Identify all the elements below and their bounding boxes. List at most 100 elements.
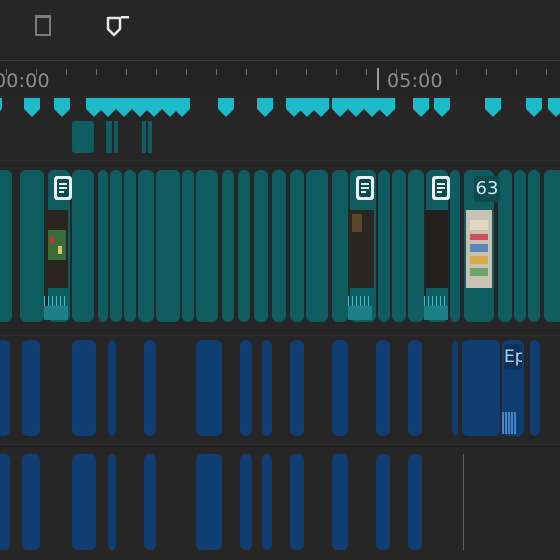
video-clip[interactable]	[408, 170, 424, 322]
audio-clip[interactable]	[332, 340, 348, 436]
timeline-marker[interactable]	[526, 98, 542, 117]
video-clip[interactable]	[272, 170, 286, 322]
video-clip[interactable]	[0, 170, 12, 322]
thumbnail-detail	[470, 244, 488, 252]
timeline-marker[interactable]	[348, 98, 364, 117]
video-clip[interactable]	[182, 170, 194, 322]
waveform-tick	[436, 296, 437, 306]
timeline-marker[interactable]	[434, 98, 450, 117]
audio-clip[interactable]	[0, 454, 10, 550]
video-clip[interactable]	[196, 170, 218, 322]
audio-clip[interactable]	[22, 340, 40, 436]
audio-cut-line	[463, 454, 464, 550]
timeline-marker[interactable]	[485, 98, 501, 117]
audio-clip[interactable]	[376, 340, 390, 436]
effect-clip[interactable]	[142, 121, 146, 153]
ruler-tick	[486, 69, 487, 75]
audio-clip[interactable]	[196, 340, 222, 436]
trash-icon[interactable]	[28, 10, 58, 40]
video-clip[interactable]	[124, 170, 136, 322]
effect-clip[interactable]	[114, 121, 118, 153]
audio-clip[interactable]	[290, 454, 304, 550]
video-clip[interactable]	[498, 170, 512, 322]
timeline-marker[interactable]	[132, 98, 148, 117]
video-clip[interactable]	[528, 170, 540, 322]
ruler-tick	[216, 69, 217, 75]
audio-clip[interactable]	[262, 340, 272, 436]
video-clip[interactable]	[20, 170, 44, 322]
timeline-marker[interactable]	[313, 98, 329, 117]
waveform-tick	[52, 296, 53, 306]
video-clip[interactable]	[238, 170, 250, 322]
audio-clip[interactable]	[144, 454, 156, 550]
timeline-marker[interactable]	[54, 98, 70, 117]
audio-clip[interactable]	[0, 340, 10, 436]
timeline-marker[interactable]	[218, 98, 234, 117]
timeline-marker[interactable]	[146, 98, 162, 117]
audio-clip[interactable]	[240, 340, 252, 436]
audio-clip[interactable]	[462, 340, 500, 436]
audio-clip[interactable]	[290, 340, 304, 436]
timeline-marker[interactable]	[86, 98, 102, 117]
timeline-marker[interactable]	[116, 98, 132, 117]
video-clip[interactable]	[306, 170, 328, 322]
timeline-marker[interactable]	[548, 98, 560, 117]
video-clip[interactable]	[332, 170, 348, 322]
audio-clip[interactable]	[332, 454, 348, 550]
audio-clip[interactable]	[376, 454, 390, 550]
effect-track[interactable]	[0, 121, 560, 157]
audio-clip[interactable]	[72, 340, 96, 436]
video-clip[interactable]	[138, 170, 154, 322]
timeline-marker[interactable]	[364, 98, 380, 117]
timeline-marker[interactable]	[413, 98, 429, 117]
video-clip[interactable]	[98, 170, 108, 322]
timeline-marker[interactable]	[257, 98, 273, 117]
document-icon-line	[361, 187, 369, 189]
timeline-marker[interactable]	[0, 98, 2, 117]
timeline-marker[interactable]	[379, 98, 395, 117]
audio-clip[interactable]	[240, 454, 252, 550]
video-clip[interactable]	[392, 170, 406, 322]
waveform-tick	[440, 296, 441, 306]
effect-clip[interactable]	[106, 121, 112, 153]
timeline-marker[interactable]	[299, 98, 315, 117]
audio-clip[interactable]	[530, 340, 540, 436]
video-clip[interactable]	[222, 170, 234, 322]
track-divider	[0, 330, 560, 331]
video-clip[interactable]	[110, 170, 122, 322]
video-clip[interactable]	[378, 170, 390, 322]
audio-clip[interactable]	[108, 454, 116, 550]
audio-clip[interactable]	[262, 454, 272, 550]
shield-marker-icon[interactable]	[104, 10, 134, 40]
audio-clip[interactable]	[108, 340, 116, 436]
video-clip[interactable]	[514, 170, 526, 322]
waveform-tick	[44, 296, 45, 306]
marker-lane[interactable]	[0, 95, 560, 121]
audio-clip[interactable]	[22, 454, 40, 550]
video-clip[interactable]	[544, 170, 560, 322]
video-clip[interactable]	[254, 170, 268, 322]
video-clip[interactable]	[72, 170, 94, 322]
video-clip[interactable]	[450, 170, 460, 322]
timeline-marker[interactable]	[332, 98, 348, 117]
audio-clip[interactable]	[196, 454, 222, 550]
ruler-tick	[366, 69, 367, 75]
timeline-marker[interactable]	[174, 98, 190, 117]
audio-clip[interactable]	[408, 340, 422, 436]
audio-clip[interactable]	[72, 454, 96, 550]
timeline-marker[interactable]	[24, 98, 40, 117]
audio-clip[interactable]	[452, 340, 458, 436]
timeline-ruler[interactable]	[0, 61, 560, 95]
audio-clip[interactable]	[144, 340, 156, 436]
video-clip[interactable]	[156, 170, 180, 322]
effect-clip[interactable]	[72, 121, 94, 153]
video-clip[interactable]	[290, 170, 304, 322]
thumbnail-detail	[470, 268, 488, 276]
audio-track-1[interactable]	[0, 338, 560, 438]
waveform-tick	[352, 296, 353, 306]
effect-clip[interactable]	[148, 121, 152, 153]
audio-track-2[interactable]	[0, 452, 560, 552]
clip-thumbnail	[426, 210, 448, 288]
audio-clip[interactable]	[408, 454, 422, 550]
timeline-marker[interactable]	[100, 98, 116, 117]
